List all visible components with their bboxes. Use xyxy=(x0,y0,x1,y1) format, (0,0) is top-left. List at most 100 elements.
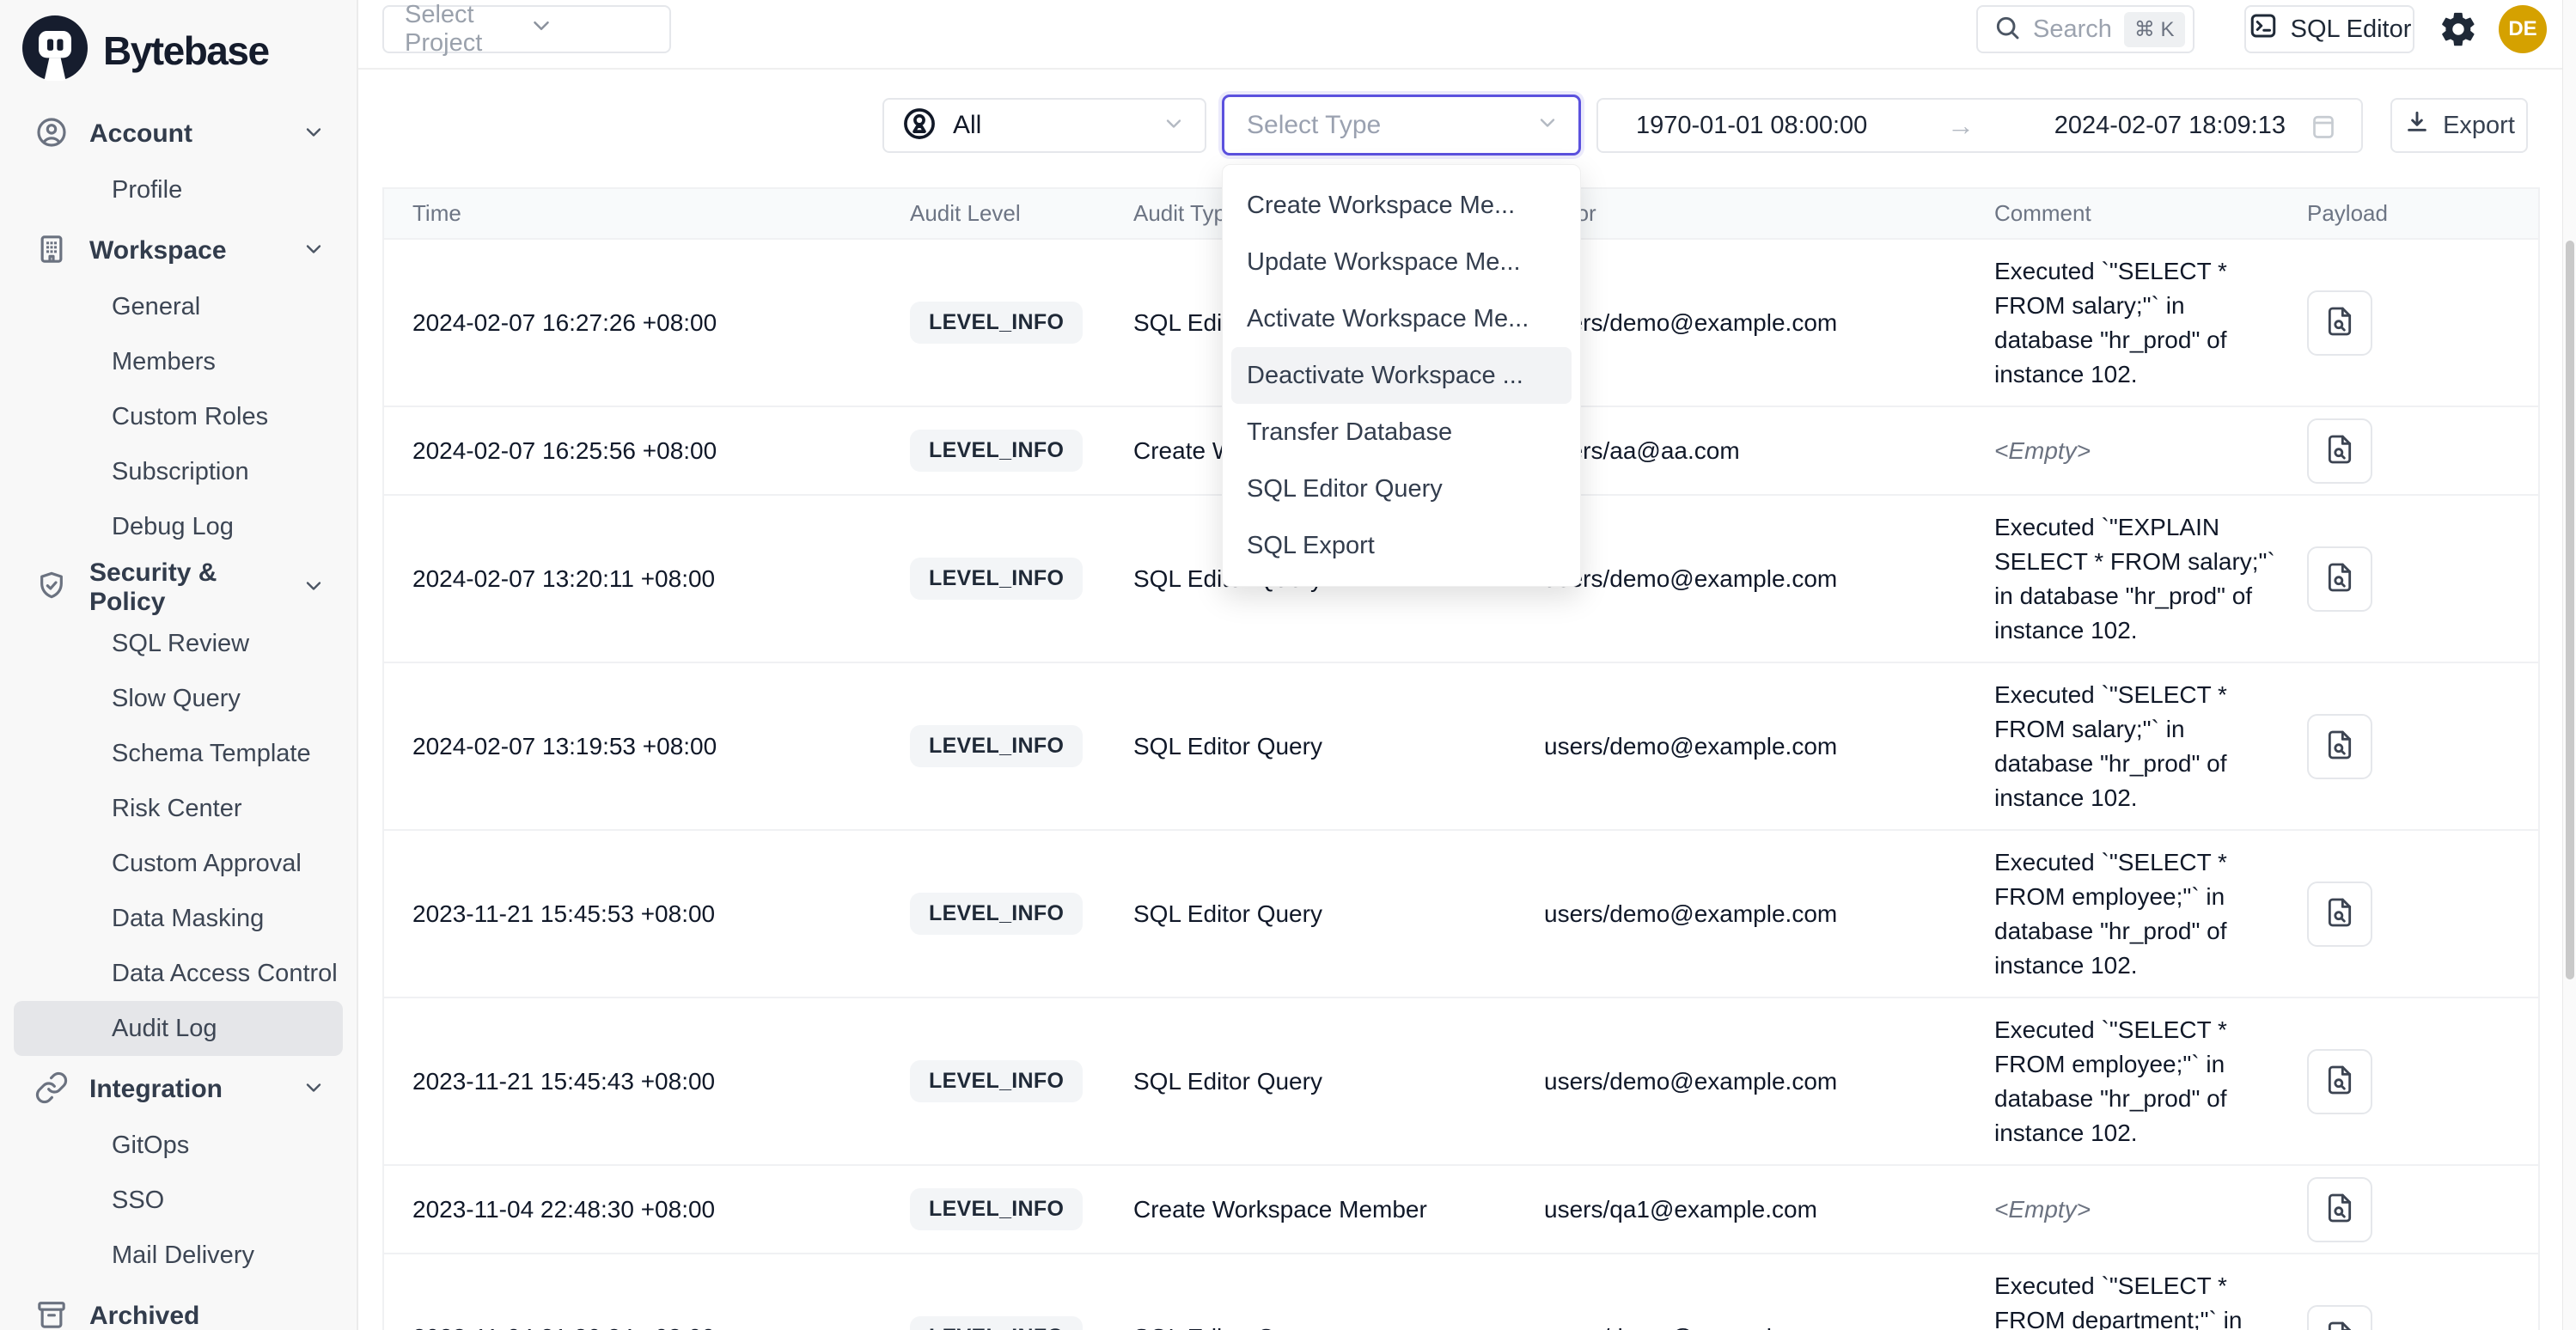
sidebar-item-subscription[interactable]: Subscription xyxy=(0,444,357,499)
cell-payload xyxy=(2279,714,2542,779)
cell-comment: Executed `"SELECT * FROM employee;"` in … xyxy=(1966,1013,2279,1150)
type-option-transfer-database[interactable]: Transfer Database xyxy=(1223,404,1580,461)
date-to-value[interactable]: 2024-02-07 18:09:13 xyxy=(2054,112,2286,140)
cell-payload xyxy=(2279,1049,2542,1114)
sidebar-section-label: Security & Policy xyxy=(89,558,281,617)
level-badge: LEVEL_INFO xyxy=(910,302,1083,344)
cell-audit-level: LEVEL_INFO xyxy=(882,893,1105,935)
payload-view-button[interactable] xyxy=(2307,882,2372,947)
cell-actor: users/qa1@example.com xyxy=(1516,1196,1966,1223)
sidebar-item-debug-log[interactable]: Debug Log xyxy=(0,499,357,554)
date-from-value[interactable]: 1970-01-01 08:00:00 xyxy=(1636,112,1867,140)
search-icon xyxy=(1993,14,2021,46)
cell-comment: Executed `"SELECT * FROM employee;"` in … xyxy=(1966,845,2279,983)
sidebar-item-profile[interactable]: Profile xyxy=(0,162,357,217)
cell-time: 2023-11-21 15:45:43 +08:00 xyxy=(384,1068,882,1095)
cell-audit-level: LEVEL_INFO xyxy=(882,558,1105,600)
sidebar-section-workspace[interactable]: Workspace xyxy=(0,223,357,279)
sidebar-item-audit-log[interactable]: Audit Log xyxy=(14,1001,343,1056)
vertical-scrollbar xyxy=(2562,0,2576,1330)
payload-view-button[interactable] xyxy=(2307,1177,2372,1242)
cell-time: 2024-02-07 16:27:26 +08:00 xyxy=(384,309,882,337)
cell-audit-level: LEVEL_INFO xyxy=(882,725,1105,767)
sidebar-item-custom-approval[interactable]: Custom Approval xyxy=(0,836,357,891)
sidebar-section-label: Account xyxy=(89,119,281,149)
level-badge: LEVEL_INFO xyxy=(910,558,1083,600)
brand-logo[interactable]: Bytebase xyxy=(0,0,357,94)
search-input[interactable]: Search ⌘ K xyxy=(1976,5,2194,53)
type-option-create-workspace-me[interactable]: Create Workspace Me... xyxy=(1223,177,1580,234)
payload-view-button[interactable] xyxy=(2307,1049,2372,1114)
project-select[interactable]: Select Project xyxy=(382,5,671,53)
sidebar-item-slow-query[interactable]: Slow Query xyxy=(0,671,357,726)
date-range-picker[interactable]: 1970-01-01 08:00:00 → 2024-02-07 18:09:1… xyxy=(1596,98,2363,153)
sidebar-item-general[interactable]: General xyxy=(0,279,357,334)
sidebar-item-data-masking[interactable]: Data Masking xyxy=(0,891,357,946)
payload-view-button[interactable] xyxy=(2307,546,2372,612)
payload-view-button[interactable] xyxy=(2307,418,2372,484)
table-row: 2024-02-07 13:19:53 +08:00LEVEL_INFOSQL … xyxy=(384,663,2538,831)
file-search-icon xyxy=(2323,432,2357,469)
sql-editor-button[interactable]: SQL Editor xyxy=(2244,5,2414,53)
sidebar-item-risk-center[interactable]: Risk Center xyxy=(0,781,357,836)
chevron-down-icon xyxy=(1535,111,1560,139)
export-button[interactable]: Export xyxy=(2390,98,2528,153)
chevron-down-icon xyxy=(302,120,326,149)
file-search-icon xyxy=(2323,1191,2357,1228)
download-icon xyxy=(2403,108,2431,143)
cell-time: 2023-11-04 22:48:30 +08:00 xyxy=(384,1196,882,1223)
sidebar-item-gitops[interactable]: GitOps xyxy=(0,1118,357,1173)
sidebar: Bytebase AccountProfileWorkspaceGeneralM… xyxy=(0,0,358,1330)
sidebar-section-label: Integration xyxy=(89,1075,281,1104)
cell-audit-type: Create Workspace Member xyxy=(1105,1196,1516,1223)
sidebar-section-integration[interactable]: Integration xyxy=(0,1061,357,1118)
user-avatar[interactable]: DE xyxy=(2499,5,2547,53)
cell-audit-type: SQL Editor Query xyxy=(1105,900,1516,928)
column-header-time: Time xyxy=(384,200,882,227)
sidebar-section-account[interactable]: Account xyxy=(0,106,357,162)
bytebase-logo-icon xyxy=(22,15,88,85)
settings-gear-icon[interactable] xyxy=(2439,9,2478,49)
file-search-icon xyxy=(2323,1063,2357,1100)
sidebar-item-schema-template[interactable]: Schema Template xyxy=(0,726,357,781)
type-filter-select[interactable]: Select Type xyxy=(1222,95,1581,156)
cell-payload xyxy=(2279,418,2542,484)
type-option-update-workspace-me[interactable]: Update Workspace Me... xyxy=(1223,234,1580,290)
cell-time: 2023-11-21 15:45:53 +08:00 xyxy=(384,900,882,928)
actor-filter-select[interactable]: All xyxy=(882,98,1206,153)
link-icon xyxy=(34,1071,69,1109)
cell-audit-level: LEVEL_INFO xyxy=(882,1188,1105,1230)
chevron-down-icon xyxy=(302,1076,326,1104)
sidebar-item-custom-roles[interactable]: Custom Roles xyxy=(0,389,357,444)
sidebar-item-sql-review[interactable]: SQL Review xyxy=(0,616,357,671)
cell-comment: <Empty> xyxy=(1966,1193,2279,1227)
sidebar-item-members[interactable]: Members xyxy=(0,334,357,389)
building-icon xyxy=(34,232,69,271)
user-circle-icon xyxy=(34,115,69,154)
archive-icon xyxy=(34,1297,69,1330)
terminal-icon xyxy=(2248,10,2279,48)
type-option-sql-editor-query[interactable]: SQL Editor Query xyxy=(1223,461,1580,517)
sidebar-item-mail-delivery[interactable]: Mail Delivery xyxy=(0,1228,357,1283)
cell-time: 2023-11-04 21:26:24 +08:00 xyxy=(384,1324,882,1330)
sidebar-section-security-policy[interactable]: Security & Policy xyxy=(0,559,357,616)
column-header-actor: Actor xyxy=(1516,200,1966,227)
cell-actor: users/demo@example.com xyxy=(1516,309,1966,337)
scrollbar-thumb[interactable] xyxy=(2566,241,2574,979)
payload-view-button[interactable] xyxy=(2307,1305,2372,1330)
table-row: 2023-11-04 21:26:24 +08:00LEVEL_INFOSQL … xyxy=(384,1254,2538,1330)
topbar: Select Project Search ⌘ K SQL Editor DE xyxy=(358,0,2576,70)
file-search-icon xyxy=(2323,560,2357,597)
sidebar-item-sso[interactable]: SSO xyxy=(0,1173,357,1228)
cell-actor: users/demo@example.com xyxy=(1516,733,1966,760)
sidebar-item-data-access-control[interactable]: Data Access Control xyxy=(0,946,357,1001)
column-header-comment: Comment xyxy=(1966,200,2279,227)
type-option-deactivate-workspace[interactable]: Deactivate Workspace ... xyxy=(1231,347,1572,404)
type-option-sql-export[interactable]: SQL Export xyxy=(1223,517,1580,574)
type-option-activate-workspace-me[interactable]: Activate Workspace Me... xyxy=(1223,290,1580,347)
payload-view-button[interactable] xyxy=(2307,290,2372,356)
level-badge: LEVEL_INFO xyxy=(910,1188,1083,1230)
payload-view-button[interactable] xyxy=(2307,714,2372,779)
sidebar-section-archived[interactable]: Archived xyxy=(0,1288,357,1330)
type-filter-dropdown: Create Workspace Me...Update Workspace M… xyxy=(1222,164,1581,587)
